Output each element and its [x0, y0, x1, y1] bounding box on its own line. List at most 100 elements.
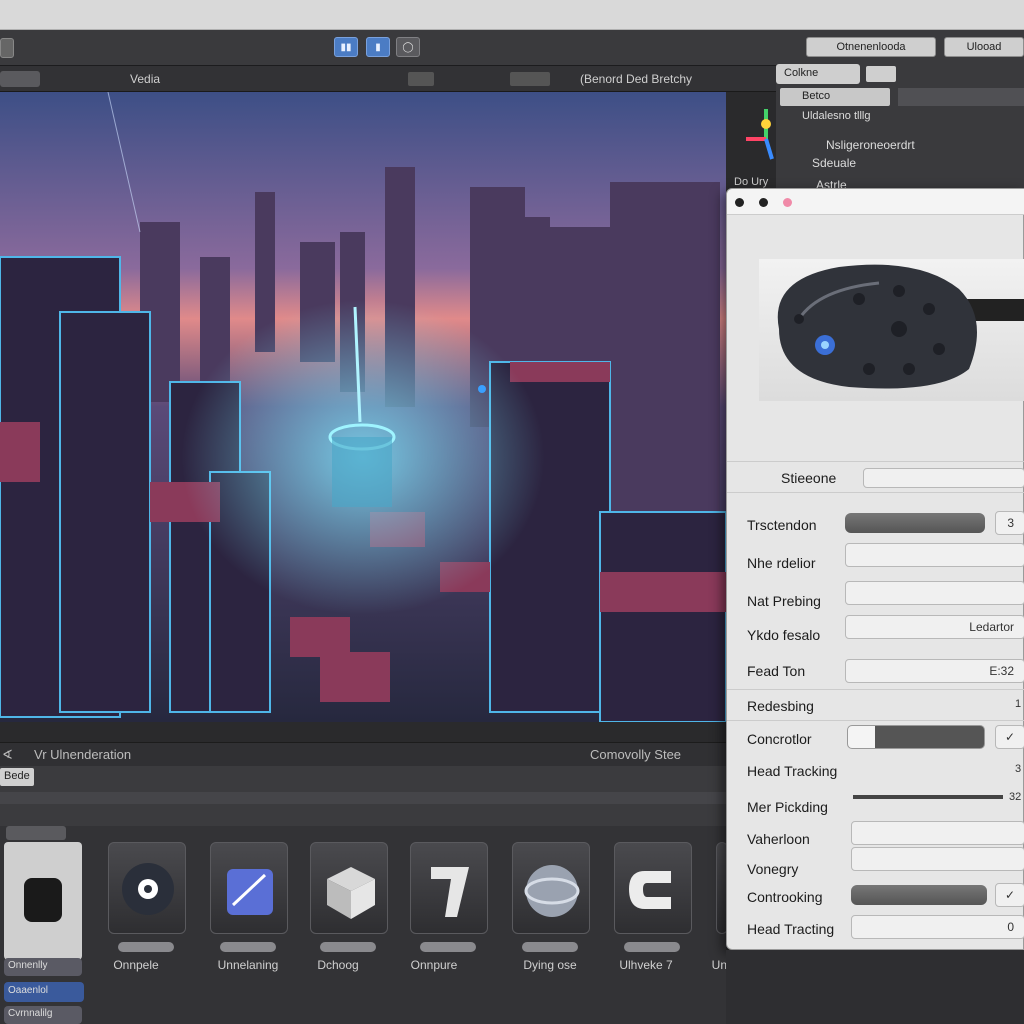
- play-button[interactable]: ▮▮: [334, 37, 358, 57]
- tile-label-3: Onnpure: [410, 958, 458, 972]
- tool-tile-sphere[interactable]: [512, 842, 590, 934]
- viewport-tab[interactable]: [0, 71, 40, 87]
- tool-tile-c[interactable]: [614, 842, 692, 934]
- hierarchy-filter[interactable]: Betco: [780, 88, 890, 106]
- strip-tab[interactable]: Bede: [0, 768, 34, 786]
- controlling-check[interactable]: ✓: [995, 883, 1024, 907]
- tile-label-4: Dying ose: [523, 958, 577, 972]
- controller-check[interactable]: ✓: [995, 725, 1024, 749]
- row-label-9: Mer Pickding: [747, 799, 828, 815]
- vr-headset-image: [777, 264, 1024, 389]
- row-field-11[interactable]: [851, 847, 1024, 871]
- close-icon[interactable]: [735, 198, 744, 207]
- tile-bar-1: [220, 942, 276, 952]
- shading-toggle-button[interactable]: [510, 72, 550, 86]
- translation-slider[interactable]: [845, 513, 985, 533]
- hierarchy-item-2[interactable]: Sdeuale: [812, 156, 856, 170]
- viewport-header: Vedia (Benord Ded Bretchy: [0, 66, 776, 92]
- row-label-8: Head Tracking: [747, 763, 838, 779]
- ruler-icon: [227, 869, 273, 915]
- zoom-icon[interactable]: [783, 198, 792, 207]
- row-field-4[interactable]: Ledartor: [845, 615, 1024, 639]
- pause-button[interactable]: ▮: [366, 37, 390, 57]
- tool-tile-shield[interactable]: [410, 842, 488, 934]
- tool-tile-box[interactable]: [310, 842, 388, 934]
- bottom-right-panel: [726, 950, 1024, 1024]
- row-field-13[interactable]: 0: [851, 915, 1024, 939]
- inspector-panel: Stieeone Trsctendon 3 Nhe rdelior Nat Pr…: [726, 188, 1024, 950]
- minimize-icon[interactable]: [759, 198, 768, 207]
- timeline-track[interactable]: [0, 792, 726, 804]
- tile-label-2: Dchoog: [317, 958, 359, 972]
- row-label-1: Trsctendon: [747, 517, 817, 533]
- row-label-12: Controoking: [747, 889, 823, 905]
- tray-left-tab-2[interactable]: Cvrnnalilg: [4, 1006, 82, 1024]
- headset-preview: [759, 259, 1024, 401]
- gear-icon: [122, 863, 174, 915]
- tool-tile-gear[interactable]: [108, 842, 186, 934]
- row-label-5: Fead Ton: [747, 663, 806, 679]
- hierarchy-filter-tools[interactable]: [898, 88, 1024, 106]
- tile-bar-3: [420, 942, 476, 952]
- hierarchy-side-label: Do Ury: [734, 176, 769, 188]
- controller-toggle[interactable]: [847, 725, 985, 749]
- row-value-9: 32: [1009, 791, 1022, 803]
- pause-icon: ▮: [375, 41, 381, 53]
- row-label-2: Nhe rdelior: [747, 555, 816, 571]
- tile-label-5: Ulhveke 7: [619, 958, 673, 972]
- scene-viewport[interactable]: [0, 92, 726, 722]
- viewport-tab-label: Vedia: [130, 72, 161, 86]
- inspector-row-0: Stieeone: [727, 461, 1024, 493]
- check-icon: ✓: [1004, 888, 1016, 902]
- selected-tile[interactable]: [4, 842, 82, 960]
- axis-gizmo-icon: [746, 109, 774, 160]
- timeline-strip: Bede: [0, 766, 726, 826]
- hierarchy-panel: Colkne Betco Uldalesno tlllg Nsligeroneo…: [776, 60, 1024, 192]
- hierarchy-search-button[interactable]: Colkne: [776, 64, 860, 84]
- row-value-6: 1: [1015, 698, 1022, 710]
- city-scene-render: [0, 92, 726, 722]
- row-field-5[interactable]: E:32: [845, 659, 1024, 683]
- scene-status-bar: ∢ Vr Ulnenderation Comovolly Stee: [0, 742, 726, 766]
- tray-tab[interactable]: [6, 826, 66, 840]
- window-titlebar: [0, 0, 1024, 30]
- box-icon: [327, 867, 375, 919]
- hierarchy-toggle[interactable]: [866, 66, 896, 82]
- axis-gizmo[interactable]: [742, 104, 776, 164]
- play-icon: ▮▮: [340, 41, 352, 53]
- row-label-7: Concrotlor: [747, 731, 812, 747]
- row-label-4: Ykdo fesalo: [747, 627, 821, 643]
- tool-tile-ruler[interactable]: [210, 842, 288, 934]
- controlling-slider[interactable]: [851, 885, 987, 905]
- inspector-titlebar: [727, 189, 1024, 215]
- tile-label-0: Onnpele: [113, 958, 159, 972]
- row-label-11: Vonegry: [747, 861, 799, 877]
- row-field-2[interactable]: [845, 543, 1024, 567]
- check-icon: ✓: [1004, 730, 1016, 744]
- inspector-row-6: Redesbing 1: [727, 689, 1024, 721]
- row-value-8: 3: [1015, 763, 1022, 775]
- tray-left-tab-1[interactable]: Oaaenlol: [4, 982, 84, 1002]
- viewport-header-text: (Benord Ded Bretchy: [580, 72, 693, 86]
- upload-button[interactable]: Ulooad: [944, 37, 1024, 57]
- row-label-6: Redesbing: [747, 698, 814, 714]
- account-button[interactable]: Otnenenlooda: [806, 37, 936, 57]
- camera-toggle-button[interactable]: [408, 72, 434, 86]
- row-field-1[interactable]: 3: [995, 511, 1024, 535]
- row-field-10[interactable]: [851, 821, 1024, 845]
- mer-slider-track[interactable]: [853, 795, 1003, 799]
- hierarchy-item-1[interactable]: Nsligeroneoerdrt: [826, 138, 915, 152]
- c-icon: [629, 871, 671, 909]
- tray-left-tab-0[interactable]: Onnenlly: [4, 958, 82, 976]
- row-field-3[interactable]: [845, 581, 1024, 605]
- row-label-10: Vaherloon: [747, 831, 810, 847]
- step-button[interactable]: ◯: [396, 37, 420, 57]
- row-label-13: Head Tracting: [747, 921, 835, 937]
- menu-button[interactable]: [0, 38, 14, 58]
- tile-label-1: Unnelaning: [217, 958, 279, 972]
- sphere-icon: [524, 865, 580, 917]
- device-icon: [24, 878, 62, 922]
- shield-icon: [431, 867, 469, 917]
- hierarchy-item-0[interactable]: Uldalesno tlllg: [802, 110, 870, 122]
- row-field-0[interactable]: [863, 468, 1024, 488]
